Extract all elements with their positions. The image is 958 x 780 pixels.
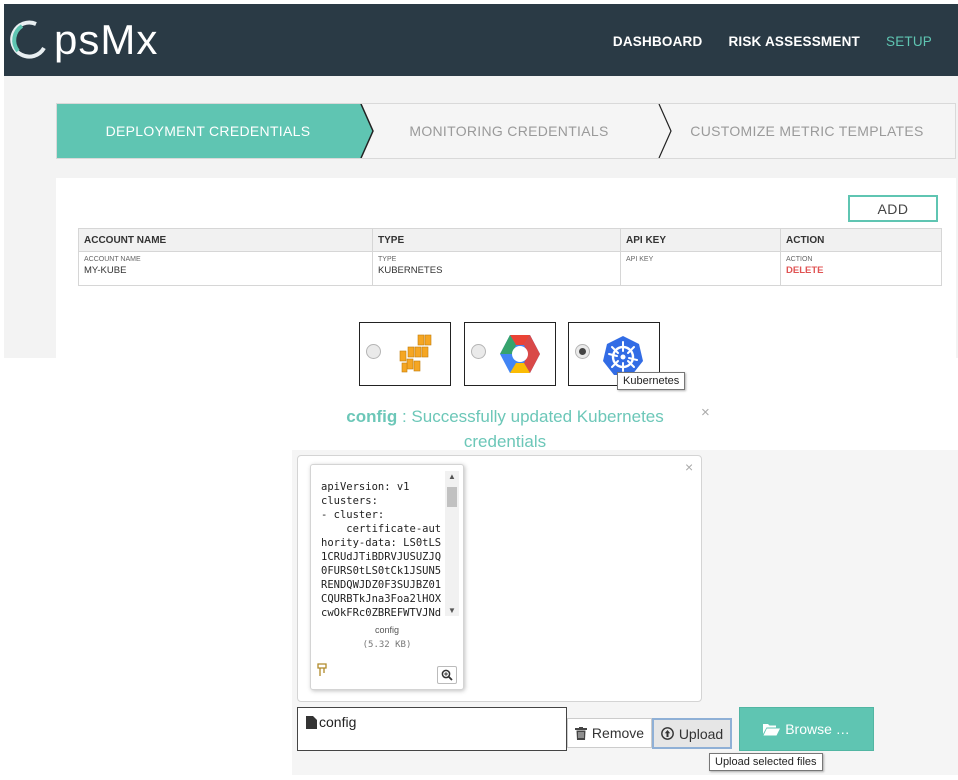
- nav-setup[interactable]: SETUP: [886, 34, 932, 49]
- cell-api-key: API KEY: [620, 251, 781, 286]
- upload-circle-arrow-icon: [660, 727, 674, 740]
- wizard-steps: DEPLOYMENT CREDENTIALS MONITORING CREDEN…: [56, 103, 956, 159]
- upload-tooltip: Upload selected files: [709, 753, 823, 771]
- remove-label: Remove: [591, 725, 645, 741]
- provider-radio[interactable]: [366, 344, 381, 359]
- close-preview-icon[interactable]: ×: [685, 459, 693, 475]
- upload-button[interactable]: Upload: [652, 718, 732, 749]
- step-label: CUSTOMIZE METRIC TEMPLATES: [690, 123, 924, 139]
- message-filename: config: [346, 407, 398, 426]
- zoom-in-icon: [441, 669, 453, 681]
- step-label: DEPLOYMENT CREDENTIALS: [105, 123, 311, 139]
- file-icon: [306, 716, 317, 729]
- column-header-type: TYPE: [372, 228, 621, 252]
- provider-radio[interactable]: [471, 344, 486, 359]
- browse-button[interactable]: Browse …: [739, 707, 874, 751]
- opsmx-logo[interactable]: psMx: [10, 12, 158, 68]
- success-message: config : Successfully updated Kubernetes…: [330, 404, 680, 454]
- scrollbar-thumb[interactable]: [447, 487, 457, 507]
- provider-option-aws[interactable]: [359, 322, 451, 386]
- aws-icon: [399, 334, 432, 373]
- add-button[interactable]: ADD: [848, 195, 938, 222]
- file-thumbnail: apiVersion: v1 clusters: - cluster: cert…: [310, 464, 464, 690]
- zoom-button[interactable]: [437, 666, 457, 684]
- main-nav: DASHBOARD RISK ASSESSMENT SETUP: [613, 34, 932, 49]
- file-content-viewer[interactable]: apiVersion: v1 clusters: - cluster: cert…: [321, 471, 459, 616]
- kubernetes-icon: [603, 336, 643, 375]
- drag-hand-icon[interactable]: [315, 663, 329, 677]
- scroll-up-icon[interactable]: ▲: [448, 472, 456, 481]
- step-chevron-icon: [658, 104, 672, 158]
- column-header-action: ACTION: [780, 228, 942, 252]
- step-deployment-credentials[interactable]: DEPLOYMENT CREDENTIALS: [57, 104, 359, 158]
- column-header-account-name: ACCOUNT NAME: [78, 228, 373, 252]
- nav-dashboard[interactable]: DASHBOARD: [613, 34, 703, 49]
- file-caption-field[interactable]: config: [297, 707, 567, 751]
- step-customize-metric-templates[interactable]: CUSTOMIZE METRIC TEMPLATES: [659, 104, 955, 158]
- file-content: apiVersion: v1 clusters: - cluster: cert…: [321, 481, 442, 616]
- step-chevron-icon: [359, 104, 374, 158]
- provider-option-google-cloud[interactable]: [464, 322, 556, 386]
- close-message-icon[interactable]: ×: [701, 404, 710, 421]
- top-navbar: psMx DASHBOARD RISK ASSESSMENT SETUP: [4, 4, 958, 76]
- cell-account-name: ACCOUNT NAME MY-KUBE: [78, 251, 373, 286]
- step-monitoring-credentials[interactable]: MONITORING CREDENTIALS: [359, 104, 659, 158]
- cell-label: TYPE: [378, 256, 397, 263]
- logo-text: psMx: [54, 16, 159, 63]
- table-row: ACCOUNT NAME MY-KUBE TYPE KUBERNETES API…: [78, 251, 942, 286]
- provider-radio[interactable]: [575, 344, 590, 359]
- logo-ring-icon: [10, 20, 46, 59]
- type-value: KUBERNETES: [378, 265, 443, 276]
- scroll-down-icon[interactable]: ▼: [448, 606, 456, 615]
- message-text: : Successfully updated Kubernetes creden…: [397, 407, 664, 451]
- delete-link[interactable]: DELETE: [786, 265, 936, 276]
- cell-type: TYPE KUBERNETES: [372, 251, 621, 286]
- table-header-row: ACCOUNT NAME TYPE API KEY ACTION: [78, 228, 942, 252]
- provider-tooltip: Kubernetes: [617, 372, 686, 390]
- page: psMx DASHBOARD RISK ASSESSMENT SETUP DEP…: [0, 0, 958, 780]
- browse-label: Browse …: [785, 721, 850, 737]
- cell-action: ACTION DELETE: [780, 251, 942, 286]
- cell-label: ACCOUNT NAME: [84, 256, 141, 263]
- trash-icon: [574, 726, 587, 740]
- thumbnail-filesize: (5.32 KB): [362, 640, 412, 650]
- remove-button[interactable]: Remove: [567, 718, 652, 748]
- column-header-api-key: API KEY: [620, 228, 781, 252]
- account-name-value: MY-KUBE: [84, 265, 127, 276]
- nav-risk-assessment[interactable]: RISK ASSESSMENT: [728, 34, 860, 49]
- step-label: MONITORING CREDENTIALS: [409, 123, 609, 139]
- file-caption-text: config: [319, 714, 357, 730]
- cell-label: ACTION: [786, 256, 813, 263]
- thumbnail-filename: config: [374, 625, 400, 635]
- cell-label: API KEY: [626, 256, 654, 263]
- upload-label: Upload: [678, 725, 724, 742]
- accounts-table: ACCOUNT NAME TYPE API KEY ACTION ACCOUNT…: [78, 228, 942, 286]
- google-cloud-icon: [500, 335, 540, 373]
- folder-open-icon: [763, 723, 781, 735]
- preview-scrollbar[interactable]: ▲ ▼: [445, 471, 459, 616]
